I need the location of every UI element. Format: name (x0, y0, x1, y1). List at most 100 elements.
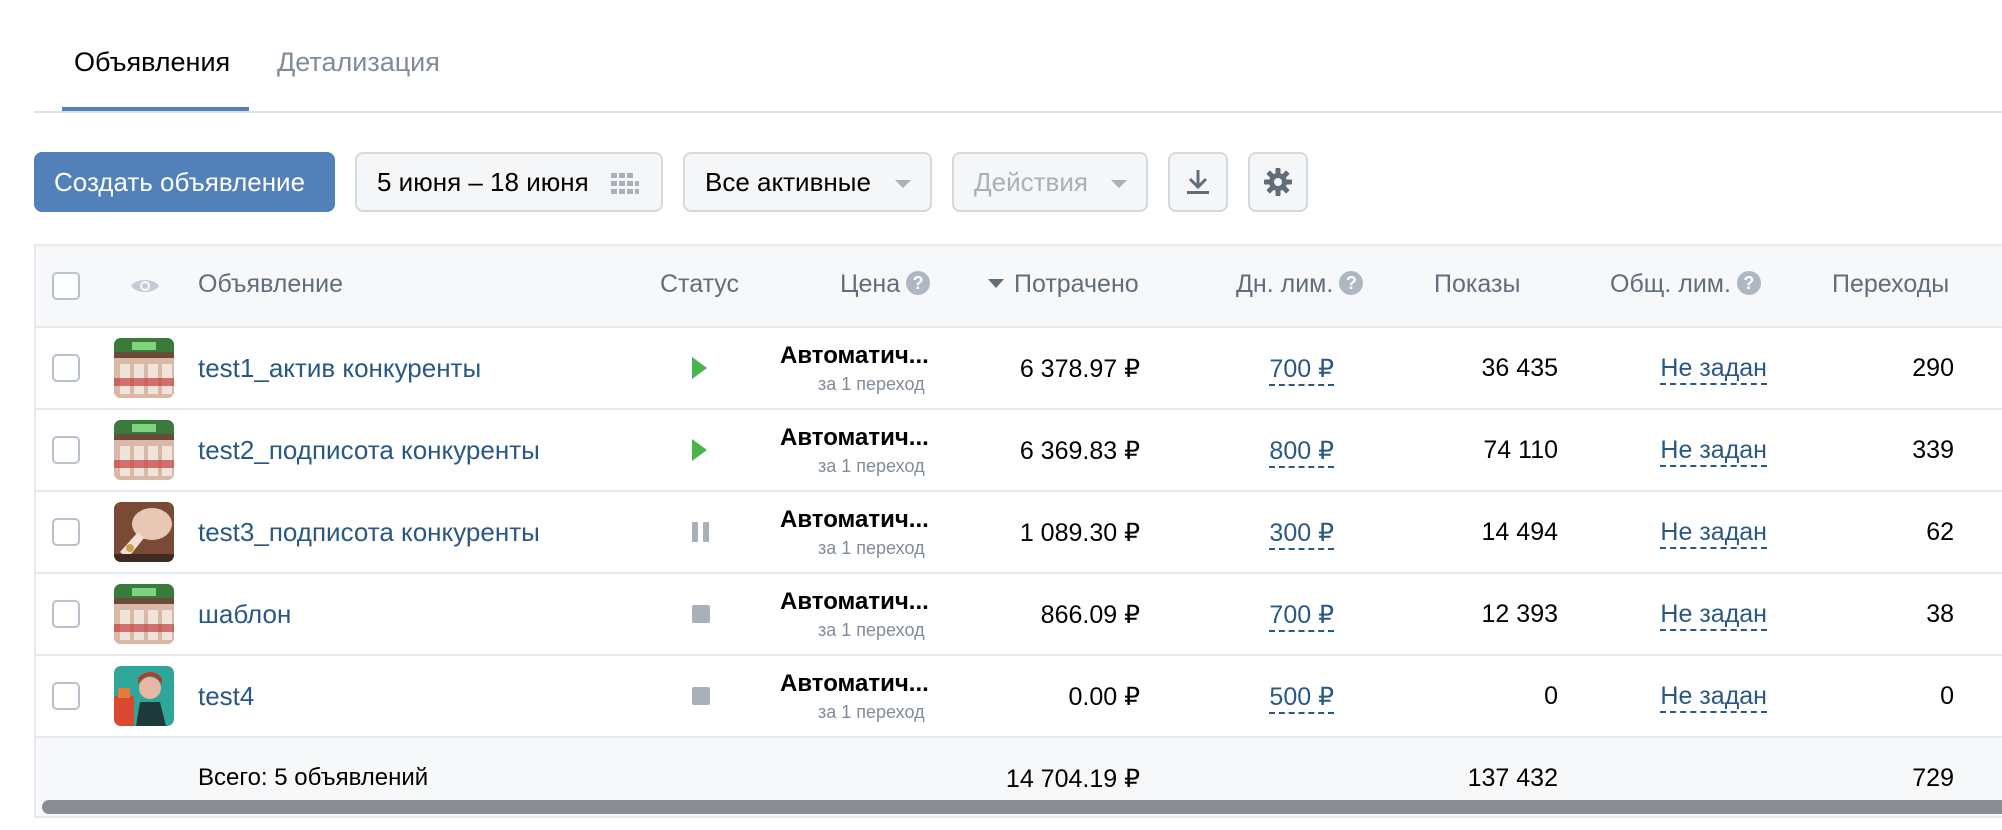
ad-name-link[interactable]: шаблон (198, 599, 291, 630)
ad-thumbnail[interactable] (114, 666, 174, 726)
eye-icon[interactable] (130, 277, 160, 295)
status-filter-label: Все активные (705, 166, 871, 197)
daily-limit-link[interactable]: 700 ₽ (1269, 354, 1334, 386)
ad-thumbnail[interactable] (114, 502, 174, 562)
table-row[interactable]: test4 Автоматич... за 1 переход 0.00 ₽ 5… (36, 656, 2002, 738)
play-icon[interactable] (692, 439, 707, 461)
create-ad-label: Создать объявление (54, 166, 306, 197)
header-clicks[interactable]: Переходы (1832, 270, 1949, 299)
header-daily-limit[interactable]: Дн. лим.? (1236, 270, 1364, 299)
tabs-bar: Объявления Детализация (34, 0, 2002, 113)
sort-desc-icon (988, 279, 1004, 288)
table-row[interactable]: шаблон Автоматич... за 1 переход 866.09 … (36, 574, 2002, 656)
tab-details[interactable]: Детализация (277, 44, 440, 80)
header-total-limit-label: Общ. лим. (1610, 270, 1731, 298)
ad-thumbnail[interactable] (114, 584, 174, 644)
help-icon[interactable]: ? (1339, 271, 1364, 295)
download-button[interactable] (1168, 152, 1228, 212)
clicks-value: 0 (1940, 682, 1954, 710)
download-icon (1187, 170, 1209, 194)
header-status[interactable]: Статус (660, 270, 739, 299)
total-limit-link[interactable]: Не задан (1660, 354, 1767, 385)
total-impressions: 137 432 (1467, 764, 1558, 792)
ad-thumbnail[interactable] (114, 420, 174, 480)
play-icon[interactable] (692, 357, 707, 379)
price-unit: за 1 переход (818, 374, 925, 394)
impressions-value: 74 110 (1483, 436, 1558, 464)
price-unit: за 1 переход (818, 456, 925, 476)
daily-limit-link[interactable]: 700 ₽ (1269, 600, 1334, 632)
table-row[interactable]: test1_актив конкуренты Автоматич... за 1… (36, 328, 2002, 410)
help-icon[interactable]: ? (906, 271, 931, 295)
total-limit-value: Не задан (1660, 682, 1767, 713)
header-spent[interactable]: Потрачено (988, 270, 1139, 299)
table-header: Объявление Статус Цена? Потрачено Дн. ли… (36, 246, 2002, 328)
header-ad[interactable]: Объявление (198, 270, 343, 299)
spent-value: 0.00 ₽ (1068, 683, 1140, 711)
price-type: Автоматич... (780, 424, 929, 451)
help-icon[interactable]: ? (1736, 271, 1761, 295)
date-range-label: 5 июня – 18 июня (377, 166, 589, 197)
settings-button[interactable] (1248, 152, 1308, 212)
row-checkbox[interactable] (52, 354, 80, 382)
stop-icon[interactable] (692, 605, 710, 623)
header-impressions[interactable]: Показы (1434, 270, 1520, 299)
price-unit: за 1 переход (818, 702, 925, 722)
total-limit-link[interactable]: Не задан (1660, 682, 1767, 713)
ad-name-link[interactable]: test2_подписота конкуренты (198, 435, 540, 466)
gear-icon (1264, 168, 1292, 196)
pause-icon[interactable] (692, 522, 710, 542)
row-checkbox[interactable] (52, 682, 80, 710)
table-row[interactable]: test3_подписота конкуренты Автоматич... … (36, 492, 2002, 574)
stop-icon[interactable] (692, 687, 710, 705)
daily-limit-value: 300 ₽ (1269, 519, 1334, 550)
total-clicks: 729 (1912, 764, 1954, 792)
clicks-value: 290 (1912, 354, 1954, 382)
total-limit-link[interactable]: Не задан (1660, 600, 1767, 631)
spent-value: 1 089.30 ₽ (1019, 519, 1140, 547)
create-ad-button[interactable]: Создать объявление (34, 152, 335, 212)
spent-value: 866.09 ₽ (1040, 601, 1140, 629)
ad-thumbnail[interactable] (114, 338, 174, 398)
impressions-value: 0 (1544, 682, 1558, 710)
row-checkbox[interactable] (52, 518, 80, 546)
total-limit-value: Не задан (1660, 600, 1767, 631)
daily-limit-value: 500 ₽ (1269, 683, 1334, 714)
total-label: Всего: 5 объявлений (198, 764, 429, 791)
ad-name-link[interactable]: test1_актив конкуренты (198, 353, 481, 384)
impressions-value: 12 393 (1481, 600, 1558, 628)
row-checkbox[interactable] (52, 600, 80, 628)
daily-limit-link[interactable]: 800 ₽ (1269, 436, 1334, 468)
ad-name-link[interactable]: test4 (198, 681, 254, 712)
chevron-down-icon (895, 180, 911, 188)
header-price[interactable]: Цена? (840, 270, 931, 299)
calendar-grid-icon (611, 173, 639, 194)
ad-name-link[interactable]: test3_подписота конкуренты (198, 517, 540, 548)
daily-limit-value: 800 ₽ (1269, 437, 1334, 468)
tab-ads[interactable]: Объявления (74, 44, 230, 80)
total-limit-value: Не задан (1660, 436, 1767, 467)
header-total-limit[interactable]: Общ. лим.? (1610, 270, 1761, 299)
actions-label: Действия (974, 166, 1088, 197)
daily-limit-link[interactable]: 300 ₽ (1269, 518, 1334, 550)
impressions-value: 14 494 (1481, 518, 1558, 546)
price-unit: за 1 переход (818, 538, 925, 558)
header-daily-limit-label: Дн. лим. (1236, 270, 1334, 298)
actions-dropdown[interactable]: Действия (952, 152, 1148, 212)
total-limit-link[interactable]: Не задан (1660, 518, 1767, 549)
select-all-checkbox[interactable] (52, 272, 80, 300)
total-limit-link[interactable]: Не задан (1660, 436, 1767, 467)
horizontal-scrollbar[interactable] (42, 800, 2002, 814)
row-checkbox[interactable] (52, 436, 80, 464)
total-limit-value: Не задан (1660, 354, 1767, 385)
table-row[interactable]: test2_подписота конкуренты Автоматич... … (36, 410, 2002, 492)
clicks-value: 38 (1926, 600, 1954, 628)
impressions-value: 36 435 (1481, 354, 1558, 382)
daily-limit-value: 700 ₽ (1269, 601, 1334, 632)
spent-value: 6 369.83 ₽ (1019, 437, 1140, 465)
date-range-picker[interactable]: 5 июня – 18 июня (355, 152, 663, 212)
clicks-value: 339 (1912, 436, 1954, 464)
header-spent-label: Потрачено (1014, 270, 1139, 298)
daily-limit-link[interactable]: 500 ₽ (1269, 682, 1334, 714)
status-filter-dropdown[interactable]: Все активные (683, 152, 932, 212)
